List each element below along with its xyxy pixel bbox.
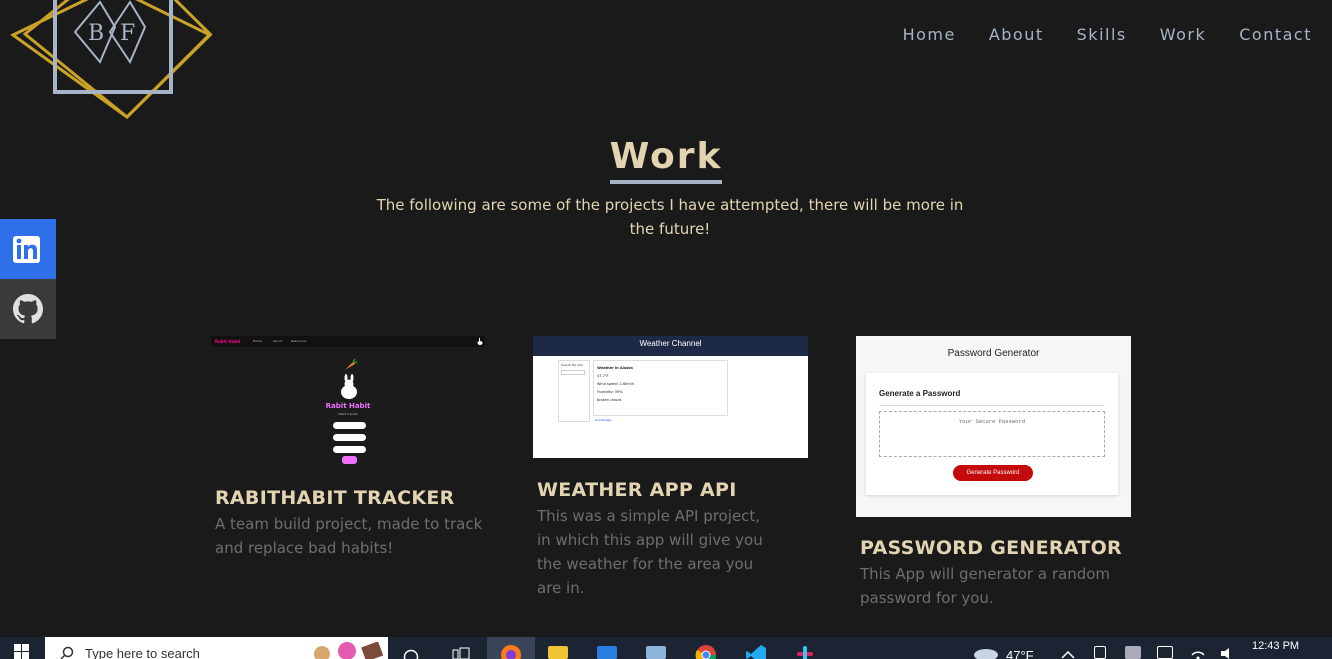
work-intro: The following are some of the projects I… xyxy=(376,196,964,238)
preview-nav-item: Home xyxy=(253,339,262,343)
github-link[interactable] xyxy=(0,279,56,339)
nav-contact[interactable]: Contact xyxy=(1239,25,1312,45)
search-icon xyxy=(60,646,74,659)
preview-city-heading: Weather in Alaska xyxy=(597,366,633,370)
preview-weather-line: broken clouds xyxy=(597,398,622,402)
svg-text:F: F xyxy=(120,21,135,46)
page-title: Work xyxy=(609,136,723,184)
project-description: This was a simple API project, in which … xyxy=(537,507,763,597)
linkedin-icon xyxy=(13,236,40,263)
preview-search-label: Search By City xyxy=(561,363,583,367)
project-title: RABITHABIT TRACKER xyxy=(215,487,455,509)
project-preview-image[interactable]: Password Generator Generate a Password Y… xyxy=(856,336,1131,517)
windows-taskbar: Type here to search 47°F 12:43 PM xyxy=(0,637,1332,659)
preview-nav-item: About xyxy=(273,339,282,343)
cloud-icon[interactable] xyxy=(1125,646,1141,659)
rabbit-logo-icon xyxy=(341,374,357,399)
battery-icon[interactable] xyxy=(1157,646,1173,659)
project-description: A team build project, made to track and … xyxy=(215,515,483,557)
svg-text:B: B xyxy=(88,21,104,46)
task-view-icon[interactable] xyxy=(452,647,470,659)
windows-start-icon[interactable] xyxy=(14,644,29,659)
chrome-icon[interactable] xyxy=(695,644,717,659)
firefox-icon[interactable] xyxy=(500,644,522,659)
preview-weather-line: 47.7°F xyxy=(597,374,609,378)
github-icon xyxy=(13,294,43,324)
preview-nav-item: Resources xyxy=(291,339,307,343)
preview-weather-panel: Weather in Alaska 47.7°F Wind speed: 1.6… xyxy=(593,360,728,416)
project-description: This App will generator a random passwor… xyxy=(860,565,1111,607)
preview-sidebar: Search By City xyxy=(558,360,590,422)
preview-header: Weather Channel xyxy=(533,336,808,356)
device-icon[interactable] xyxy=(1094,646,1106,659)
project-card-password[interactable]: Password Generator Generate a Password Y… xyxy=(856,336,1136,616)
rabbit-icon xyxy=(477,338,483,345)
preview-button xyxy=(342,456,357,464)
project-preview-image[interactable]: Weather Channel Search By City Weather i… xyxy=(533,336,808,458)
preview-link: Anchorage xyxy=(595,418,612,422)
linkedin-link[interactable] xyxy=(0,219,56,279)
preview-divider xyxy=(879,405,1105,406)
vscode-icon[interactable] xyxy=(745,644,767,659)
preview-input xyxy=(333,434,366,441)
app-icon[interactable] xyxy=(646,646,666,659)
nav-work[interactable]: Work xyxy=(1160,25,1207,45)
bf-monogram-logo[interactable]: B F xyxy=(10,0,215,122)
preview-box-title: Generate a Password xyxy=(879,389,961,398)
preview-card: Generate a Password Your Secure Password… xyxy=(866,373,1118,495)
search-placeholder: Type here to search xyxy=(85,646,200,659)
carrot-icon xyxy=(345,358,357,370)
project-preview-image[interactable]: Rabit Habit Home About Resources Rabit H… xyxy=(211,336,485,466)
preview-header: Password Generator xyxy=(947,348,1040,359)
mail-icon[interactable] xyxy=(597,646,617,659)
preview-weather-line: Wind speed: 1.6km/h xyxy=(597,382,635,386)
nav-about[interactable]: About xyxy=(989,25,1044,45)
project-title: WEATHER APP API xyxy=(537,479,737,501)
nav-home[interactable]: Home xyxy=(903,25,956,45)
taskbar-temperature[interactable]: 47°F xyxy=(1006,648,1034,659)
wifi-icon[interactable] xyxy=(1190,647,1206,659)
cortana-icon[interactable] xyxy=(402,648,420,659)
weather-cloud-icon xyxy=(974,649,998,659)
preview-search-input xyxy=(561,370,585,375)
search-highlight-icon xyxy=(314,642,384,659)
preview-brand: Rabit Habit xyxy=(215,339,241,344)
taskbar-clock[interactable]: 12:43 PM xyxy=(1252,640,1299,652)
preview-app-title: Rabit Habit xyxy=(325,402,371,410)
slack-icon[interactable] xyxy=(794,644,816,659)
nav-skills[interactable]: Skills xyxy=(1077,25,1127,45)
project-title: PASSWORD GENERATOR xyxy=(860,537,1122,559)
project-card-weather[interactable]: Weather Channel Search By City Weather i… xyxy=(533,336,813,597)
preview-input xyxy=(333,446,366,453)
main-nav: Home About Skills Work Contact xyxy=(870,25,1312,45)
taskbar-search[interactable]: Type here to search xyxy=(45,637,388,659)
chevron-up-icon[interactable] xyxy=(1061,650,1075,659)
preview-subtitle: Habit tracker xyxy=(338,412,358,416)
preview-weather-line: Humidity: 59% xyxy=(597,390,623,394)
project-card-rabithabit[interactable]: Rabit Habit Home About Resources Rabit H… xyxy=(211,336,491,566)
work-header: Work xyxy=(0,136,1332,184)
preview-input xyxy=(333,422,366,429)
volume-icon[interactable] xyxy=(1220,647,1236,659)
file-explorer-icon[interactable] xyxy=(548,646,568,659)
preview-password-field: Your Secure Password xyxy=(879,411,1105,457)
preview-generate-button: Generate Password xyxy=(953,465,1033,481)
